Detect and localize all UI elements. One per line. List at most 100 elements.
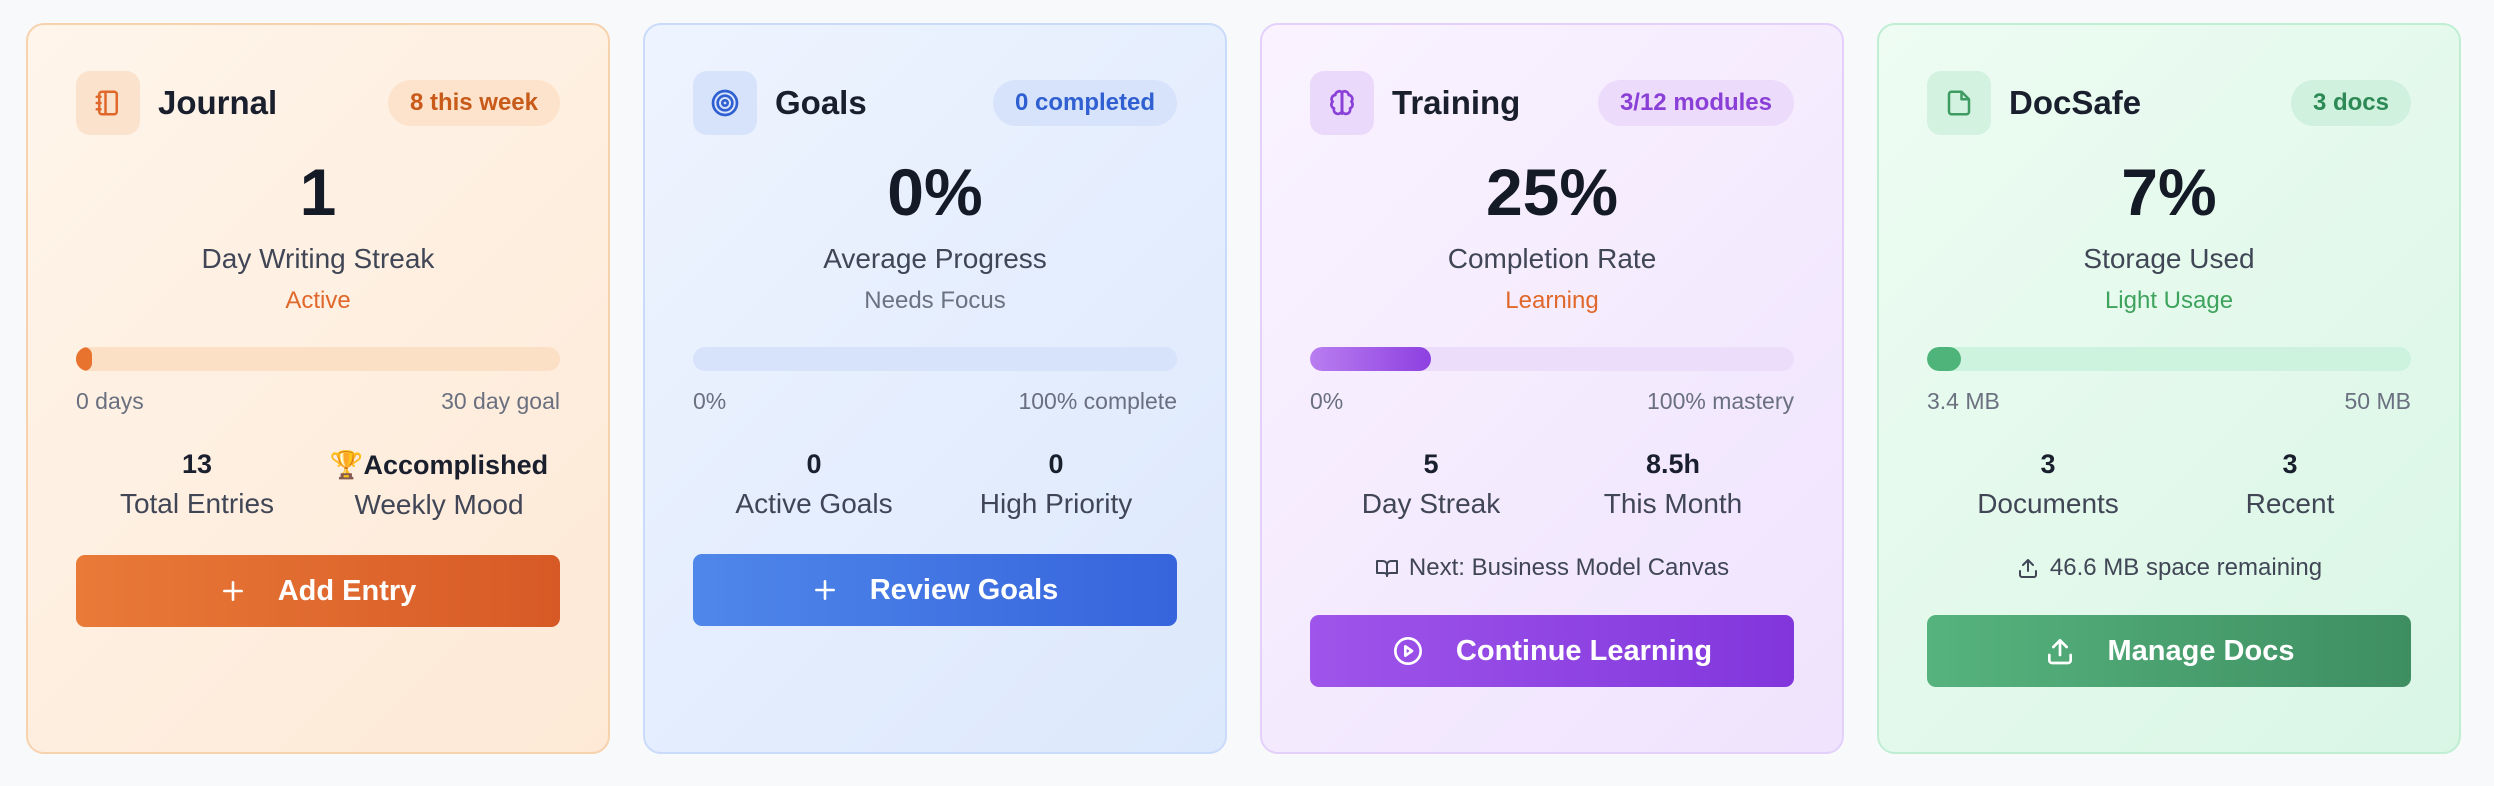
range-end: 50 MB (2344, 388, 2411, 414)
docsafe-card: DocSafe 3 docs 7% Storage Used Light Usa… (1877, 23, 2461, 754)
stat-recent: 3 Recent (2169, 449, 2411, 520)
stat-label: Weekly Mood (354, 489, 524, 520)
brain-icon (1310, 71, 1374, 135)
card-header: DocSafe 3 docs (1927, 71, 2411, 135)
progress-bar (693, 347, 1177, 371)
button-label: Add Entry (277, 574, 417, 607)
stats-row: 13 Total Entries 🏆Accomplished Weekly Mo… (76, 449, 560, 521)
stat-value: 3 (2040, 449, 2056, 479)
note-text: Next: Business Model Canvas (1408, 554, 1730, 581)
stat-value-wrap: 🏆Accomplished (318, 449, 560, 481)
button-label: Continue Learning (1455, 634, 1713, 667)
stat-label: Recent (2245, 488, 2335, 519)
progress-range: 0 days 30 day goal (76, 388, 560, 415)
progress-fill (76, 347, 92, 371)
stat-label: This Month (1603, 488, 1743, 519)
manage-docs-button[interactable]: Manage Docs (1927, 615, 2411, 687)
status-badge: 8 this week (387, 80, 560, 126)
goals-card: Goals 0 completed 0% Average Progress Ne… (643, 23, 1227, 754)
trophy-icon: 🏆 (329, 450, 364, 480)
progress-range: 0% 100% complete (693, 388, 1177, 415)
stat-value: 8.5h (1645, 449, 1701, 479)
range-start: 0% (693, 388, 727, 414)
range-start: 3.4 MB (1927, 388, 2000, 414)
notebook-icon (76, 71, 140, 135)
stat-total-entries: 13 Total Entries (76, 449, 318, 521)
stat-label: Active Goals (735, 488, 893, 519)
plus-icon (222, 581, 243, 601)
stat-active-goals: 0 Active Goals (693, 449, 935, 520)
progress-range: 3.4 MB 50 MB (1927, 388, 2411, 415)
stat-weekly-mood: 🏆Accomplished Weekly Mood (318, 449, 560, 521)
range-start: 0% (1310, 388, 1344, 414)
training-card: Training 3/12 modules 25% Completion Rat… (1260, 23, 1844, 754)
range-start: 0 days (76, 388, 144, 414)
metric-state: Active (285, 287, 351, 314)
review-goals-button[interactable]: Review Goals (693, 554, 1177, 626)
stat-value: 13 (181, 449, 213, 479)
card-title: Training (1392, 84, 1521, 121)
metric-label: Average Progress (823, 243, 1047, 274)
stat-value: 3 (2282, 449, 2298, 479)
stat-value: Accomplished (363, 450, 549, 480)
journal-card: Journal 8 this week 1 Day Writing Streak… (26, 23, 610, 754)
stat-this-month: 8.5h This Month (1552, 449, 1794, 520)
stats-row: 5 Day Streak 8.5h This Month (1310, 449, 1794, 520)
metric-value: 7% (2121, 155, 2217, 229)
metric-label: Day Writing Streak (201, 243, 435, 274)
storage-remaining-note: 46.6 MB space remaining (1927, 554, 2411, 582)
stat-documents: 3 Documents (1927, 449, 2169, 520)
stat-value: 5 (1423, 449, 1439, 479)
stats-row: 3 Documents 3 Recent (1927, 449, 2411, 520)
status-badge: 0 completed (992, 80, 1177, 126)
stat-label: Documents (1977, 488, 2119, 519)
stat-high-priority: 0 High Priority (935, 449, 1177, 520)
stat-value: 0 (1048, 449, 1064, 479)
card-title: Goals (775, 84, 867, 121)
stat-label: Day Streak (1361, 488, 1501, 519)
plus-icon (814, 580, 835, 600)
button-label: Manage Docs (2107, 634, 2295, 667)
metric-state: Needs Focus (864, 287, 1006, 314)
note-text: 46.6 MB space remaining (2049, 554, 2323, 581)
metric-label: Completion Rate (1447, 243, 1657, 274)
play-circle-icon (1393, 637, 1422, 665)
target-icon (693, 71, 757, 135)
stat-label: Total Entries (119, 488, 275, 519)
metric-value: 0% (887, 155, 983, 229)
range-end: 30 day goal (441, 388, 560, 414)
status-badge: 3/12 modules (1597, 80, 1794, 126)
stat-value: 0 (806, 449, 822, 479)
card-header: Goals 0 completed (693, 71, 1177, 135)
dashboard-cards: Journal 8 this week 1 Day Writing Streak… (26, 23, 2461, 754)
metric-value: 25% (1485, 155, 1619, 229)
progress-range: 0% 100% mastery (1310, 388, 1794, 415)
card-title: DocSafe (2009, 84, 2142, 121)
card-title: Journal (158, 84, 278, 121)
book-open-icon (1375, 560, 1398, 577)
card-header: Training 3/12 modules (1310, 71, 1794, 135)
continue-learning-button[interactable]: Continue Learning (1310, 615, 1794, 687)
file-icon (1927, 71, 1991, 135)
metric-label: Storage Used (2083, 243, 2255, 274)
next-module-note: Next: Business Model Canvas (1310, 554, 1794, 582)
progress-fill (1310, 347, 1431, 371)
stats-row: 0 Active Goals 0 High Priority (693, 449, 1177, 520)
metric-state: Light Usage (2104, 287, 2234, 314)
stat-day-streak: 5 Day Streak (1310, 449, 1552, 520)
progress-bar (76, 347, 560, 371)
range-end: 100% mastery (1646, 388, 1794, 414)
progress-fill (1927, 347, 1961, 371)
card-header: Journal 8 this week (76, 71, 560, 135)
button-label: Review Goals (869, 573, 1059, 606)
stat-label: High Priority (979, 488, 1133, 519)
progress-bar (1310, 347, 1794, 371)
add-entry-button[interactable]: Add Entry (76, 555, 560, 627)
upload-icon (2047, 639, 2072, 665)
range-end: 100% complete (1018, 388, 1177, 414)
progress-bar (1927, 347, 2411, 371)
status-badge: 3 docs (2290, 80, 2411, 126)
metric-value: 1 (299, 155, 337, 229)
upload-icon (2018, 559, 2037, 578)
metric-state: Learning (1505, 287, 1599, 314)
